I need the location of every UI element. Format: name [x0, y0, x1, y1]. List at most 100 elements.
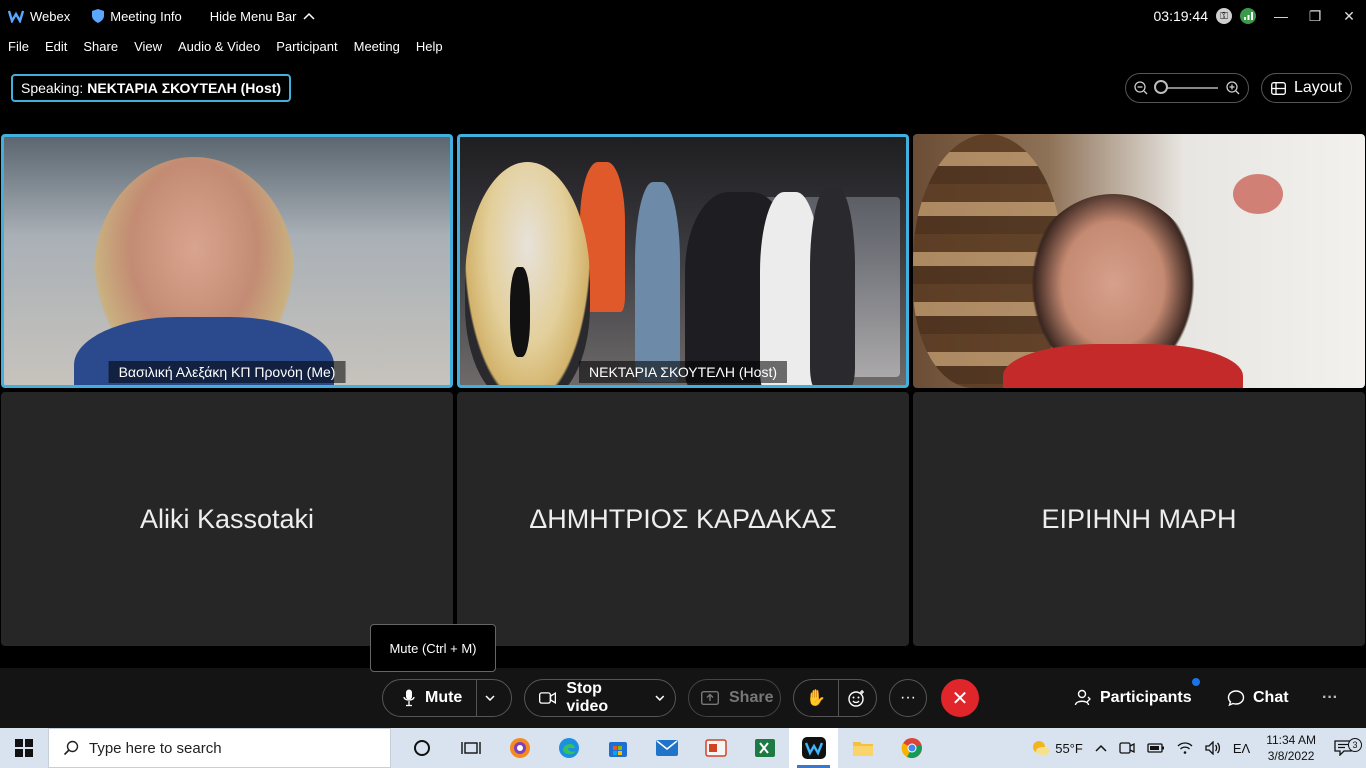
menu-edit[interactable]: Edit [37, 39, 75, 54]
menu-bar: File Edit Share View Audio & Video Parti… [0, 34, 451, 58]
zoom-slider[interactable] [1154, 80, 1218, 94]
key-icon[interactable]: ⚿ [1216, 8, 1232, 24]
webex-app-menu[interactable]: Webex [0, 0, 78, 32]
tile-name-label: Βασιλική Αλεξάκη ΚΠ Προνόη (Me) [108, 361, 346, 383]
share-label: Share [729, 689, 774, 706]
zoom-in-icon[interactable] [1226, 81, 1240, 95]
network-stats-icon[interactable] [1240, 8, 1256, 24]
taskbar-app-brave[interactable] [495, 728, 544, 768]
meeting-info-button[interactable]: Meeting Info [84, 0, 190, 32]
task-view-icon [460, 742, 481, 754]
webex-logo-icon [8, 10, 24, 23]
menu-share[interactable]: Share [75, 39, 126, 54]
more-horizontal-icon: ··· [900, 689, 916, 706]
input-language-indicator[interactable]: ΕΛ [1227, 741, 1256, 756]
chevron-down-icon[interactable] [655, 695, 665, 701]
mail-icon [655, 740, 678, 756]
panel-options-button[interactable]: ··· [1322, 679, 1338, 717]
participant-tile-aliki[interactable]: Aliki Kassotaki [1, 392, 453, 646]
tile-name-label: ΝΕΚΤΑΡΙΑ ΣΚΟΥΤΕΛΗ (Host) [578, 361, 788, 383]
zoom-out-icon[interactable] [1134, 81, 1148, 95]
menu-view[interactable]: View [126, 39, 170, 54]
participant-tile-dimitrios[interactable]: ΔΗΜΗΤΡΙΟΣ ΚΑΡΔΑΚΑΣ [457, 392, 909, 646]
menu-participant[interactable]: Participant [268, 39, 345, 54]
share-screen-icon [701, 691, 719, 705]
windows-logo-icon [15, 739, 33, 757]
minimize-button[interactable]: — [1264, 0, 1298, 32]
layout-label: Layout [1293, 79, 1343, 96]
layout-grid-icon [1271, 81, 1286, 95]
search-placeholder: Type here to search [89, 739, 222, 757]
office-icon [704, 739, 727, 757]
close-window-button[interactable]: ✕ [1332, 0, 1366, 32]
leave-meeting-button[interactable]: ✕ [941, 679, 979, 717]
title-bar: Webex Meeting Info Hide Menu Bar 03:19:4… [0, 0, 1366, 32]
taskbar-app-store[interactable] [593, 728, 642, 768]
layout-button[interactable]: Layout [1261, 73, 1352, 103]
clock-date: 3/8/2022 [1267, 749, 1315, 763]
reactions-button[interactable] [838, 680, 876, 716]
participants-button[interactable]: Participants [1074, 679, 1192, 717]
notification-count-badge: 3 [1348, 738, 1362, 752]
speaking-prefix: Speaking: [21, 80, 84, 96]
speaking-name: ΝΕΚΤΑΡΙΑ ΣΚΟΥΤΕΛΗ (Host) [87, 80, 282, 96]
meet-now-icon[interactable] [1113, 741, 1141, 755]
task-view-button[interactable] [446, 728, 495, 768]
system-clock[interactable]: 11:34 AM 3/8/2022 [1256, 732, 1326, 764]
more-options-button[interactable]: ··· [889, 679, 927, 717]
video-control[interactable]: Stop video [524, 679, 676, 717]
weather-temp: 55°F [1055, 740, 1083, 756]
close-icon: ✕ [951, 687, 969, 710]
background-person [635, 182, 680, 382]
participants-notification-dot [1192, 678, 1200, 686]
taskbar-app-file-explorer[interactable] [838, 728, 887, 768]
battery-icon[interactable] [1141, 742, 1171, 754]
reactions-control: ✋ [793, 679, 877, 717]
more-horizontal-icon: ··· [1322, 689, 1338, 706]
hide-menu-bar-button[interactable]: Hide Menu Bar [202, 0, 323, 32]
speaking-indicator: Speaking: ΝΕΚΤΑΡΙΑ ΣΚΟΥΤΕΛΗ (Host) [11, 74, 292, 102]
raise-hand-button[interactable]: ✋ [794, 680, 838, 716]
taskbar-app-office[interactable] [691, 728, 740, 768]
weather-widget[interactable]: 55°F [1025, 739, 1089, 757]
stop-video-button[interactable]: Stop video [525, 680, 675, 716]
cortana-button[interactable] [397, 728, 446, 768]
menu-help[interactable]: Help [408, 39, 451, 54]
video-tile-self[interactable]: Βασιλική Αλεξάκη ΚΠ Προνόη (Me) [1, 134, 453, 388]
chat-label: Chat [1253, 689, 1289, 706]
start-button[interactable] [0, 728, 48, 768]
chat-button[interactable]: Chat [1227, 679, 1289, 717]
shield-icon [92, 9, 105, 23]
menu-file[interactable]: File [0, 39, 37, 54]
wifi-icon[interactable] [1171, 741, 1199, 755]
mute-button[interactable]: Mute [383, 680, 476, 716]
video-tile-participant[interactable] [913, 134, 1365, 388]
taskbar-app-mail[interactable] [642, 728, 691, 768]
action-center-button[interactable]: 3 [1326, 738, 1366, 756]
taskbar-app-webex[interactable] [789, 728, 838, 768]
show-hidden-icons-button[interactable] [1089, 744, 1113, 752]
video-tile-host[interactable]: ΝΕΚΤΑΡΙΑ ΣΚΟΥΤΕΛΗ (Host) [457, 134, 909, 388]
weather-sun-cloud-icon [1033, 741, 1051, 755]
menu-meeting[interactable]: Meeting [346, 39, 408, 54]
zoom-slider-thumb[interactable] [1154, 80, 1168, 94]
excel-icon [754, 739, 775, 757]
microphone [510, 267, 530, 357]
audio-options-dropdown[interactable] [477, 680, 503, 716]
taskbar-search-box[interactable]: Type here to search [48, 728, 391, 768]
taskbar-app-chrome[interactable] [887, 728, 936, 768]
video-camera-icon [539, 691, 557, 705]
chrome-icon [901, 738, 922, 759]
volume-icon[interactable] [1199, 741, 1227, 755]
participant-tile-eirini[interactable]: ΕΙΡΙΗΝΗ ΜΑΡΗ [913, 392, 1365, 646]
participants-icon [1074, 689, 1091, 706]
menu-audio-video[interactable]: Audio & Video [170, 39, 268, 54]
participant-name: ΕΙΡΙΗΝΗ ΜΑΡΗ [1041, 503, 1237, 534]
restore-button[interactable]: ❐ [1298, 0, 1332, 32]
share-button[interactable]: Share [688, 679, 781, 717]
taskbar-app-excel[interactable] [740, 728, 789, 768]
clock-time: 11:34 AM [1266, 733, 1316, 747]
taskbar-app-edge[interactable] [544, 728, 593, 768]
chevron-up-icon [1095, 744, 1107, 752]
video-zoom-control [1125, 73, 1249, 103]
